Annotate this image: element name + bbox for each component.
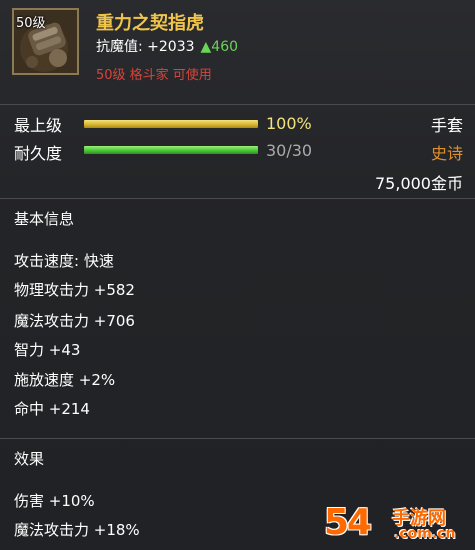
site-watermark: 54 手游网 .com.cn [320, 502, 470, 546]
watermark-domain: .com.cn [394, 526, 456, 542]
magic-resist-line: 抗魔值: +2033 ▲460 [96, 36, 238, 56]
grade-label: 最上级 [14, 116, 63, 135]
divider [0, 438, 475, 439]
basic-info-line: 攻击速度: 快速 [14, 252, 114, 270]
item-tooltip: 50级 重力之契指虎 抗魔值: +2033 ▲460 50级 格斗家 可使用 最上… [0, 0, 475, 550]
basic-info-line: 施放速度 +2% [14, 371, 116, 389]
basic-info-line: 智力 +43 [14, 341, 81, 359]
divider [0, 104, 475, 105]
effect-line: 魔法攻击力 +18% [14, 521, 140, 539]
item-icon: 50级 [12, 8, 79, 75]
divider [0, 198, 475, 199]
basic-info-line: 魔法攻击力 +706 [14, 312, 135, 330]
rarity: 史诗 [430, 144, 463, 163]
magic-resist-increase: ▲460 [200, 39, 239, 55]
effects-title: 效果 [14, 450, 45, 468]
durability-value: 30/30 [266, 141, 313, 160]
durability-bar-fill [84, 146, 258, 154]
basic-info-title: 基本信息 [14, 210, 75, 228]
durability-label: 耐久度 [14, 144, 63, 163]
grade-bar-fill [84, 120, 258, 128]
item-type: 手套 [430, 116, 463, 135]
durability-bar [84, 146, 258, 154]
grade-bar [84, 120, 258, 128]
magic-resist-value: 抗魔值: +2033 [96, 39, 195, 55]
basic-info-line: 物理攻击力 +582 [14, 281, 135, 299]
effect-line: 伤害 +10% [14, 492, 95, 510]
item-name: 重力之契指虎 [96, 13, 204, 34]
watermark-digits: 54 [324, 502, 372, 543]
level-badge: 50级 [16, 16, 46, 31]
grade-percent: 100% [266, 114, 312, 133]
class-requirement: 50级 格斗家 可使用 [96, 68, 212, 83]
basic-info-line: 命中 +214 [14, 400, 90, 418]
price: 75,000金币 [375, 174, 463, 193]
